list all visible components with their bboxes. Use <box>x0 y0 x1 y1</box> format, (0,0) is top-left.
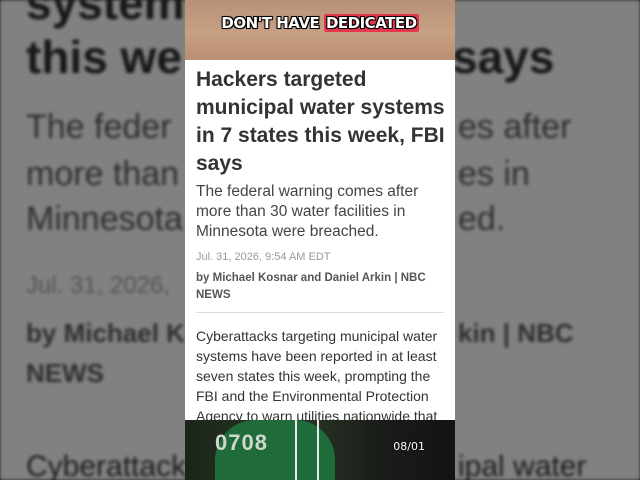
bottom-video-strip: 0708 08/01 <box>185 420 455 480</box>
jersey-text: 0708 <box>215 430 268 455</box>
subtitle-caption: DON'T HAVE DEDICATED <box>185 14 455 32</box>
divider <box>196 312 444 313</box>
caption-highlight: DEDICATED <box>323 14 419 32</box>
article-body: Cyberattacks targeting municipal water s… <box>196 328 438 424</box>
hoodie-strings <box>295 420 319 480</box>
article-byline: by Michael Kosnar and Daniel Arkin | NBC… <box>196 272 426 301</box>
video-frame: DON'T HAVE DEDICATED Hackers targeted mu… <box>185 0 455 480</box>
video-timestamp: 08/01 <box>393 440 425 453</box>
article-date: Jul. 31, 2026, 9:54 AM EDT <box>196 251 331 263</box>
caption-text: DON'T HAVE <box>221 14 324 32</box>
article-headline: Hackers targeted municipal water systems… <box>196 68 445 175</box>
article-screenshot: Hackers targeted municipal water systems… <box>185 60 455 424</box>
article-dek: The federal warning comes after more tha… <box>196 183 419 240</box>
